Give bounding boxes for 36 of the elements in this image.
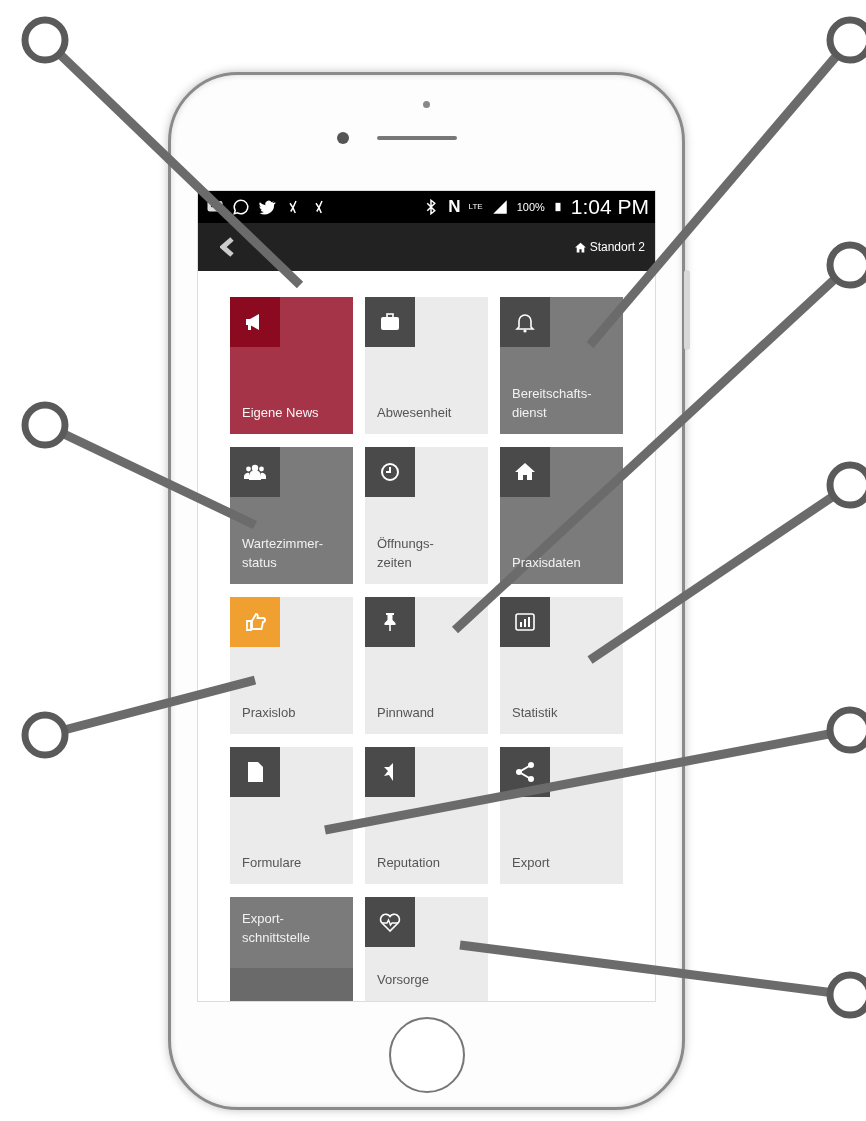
menu-tile[interactable]: Pinnwand (365, 597, 488, 734)
home-icon (573, 240, 587, 254)
camera-dot (423, 101, 430, 108)
bar-chart-icon (500, 597, 550, 647)
menu-tile[interactable]: Export (500, 747, 623, 884)
menu-tile[interactable]: Export- schnittstelle (230, 897, 353, 1001)
people-icon (230, 447, 280, 497)
megaphone-icon (230, 297, 280, 347)
menu-tile[interactable]: Statistik (500, 597, 623, 734)
menu-tile[interactable]: Vorsorge (365, 897, 488, 1001)
bell-icon (500, 297, 550, 347)
location-label[interactable]: Standort 2 (589, 240, 645, 254)
menu-tile[interactable]: Praxisdaten (500, 447, 623, 584)
nfc-indicator: N (448, 197, 461, 217)
menu-tile[interactable]: Praxislob (230, 597, 353, 734)
menu-tile[interactable]: Öffnungs- zeiten (365, 447, 488, 584)
front-camera (336, 132, 349, 144)
network-type: LTE (468, 203, 483, 211)
menu-tile[interactable]: Bereitschafts- dienst (500, 297, 623, 434)
clock-icon (365, 447, 415, 497)
menu-tile[interactable]: Reputation (365, 747, 488, 884)
clock-time: 1:04 PM (570, 195, 649, 219)
briefcase-icon (365, 297, 415, 347)
chat-bubble-icon (232, 198, 250, 216)
menu-tile[interactable]: Formulare (230, 747, 353, 884)
pushpin-icon (365, 597, 415, 647)
heart-pulse-icon (365, 897, 415, 947)
battery-percent: 100% (516, 201, 545, 213)
menu-tile[interactable]: Abwesenheit (365, 297, 488, 434)
menu-tile[interactable]: Wartezimmer- status (230, 447, 353, 584)
bird-icon (258, 198, 276, 216)
flag-icon (365, 747, 415, 797)
thumbs-up-icon (230, 597, 280, 647)
menu-tile[interactable]: Eigene News (230, 297, 353, 434)
document-icon (230, 747, 280, 797)
home-icon (500, 447, 550, 497)
